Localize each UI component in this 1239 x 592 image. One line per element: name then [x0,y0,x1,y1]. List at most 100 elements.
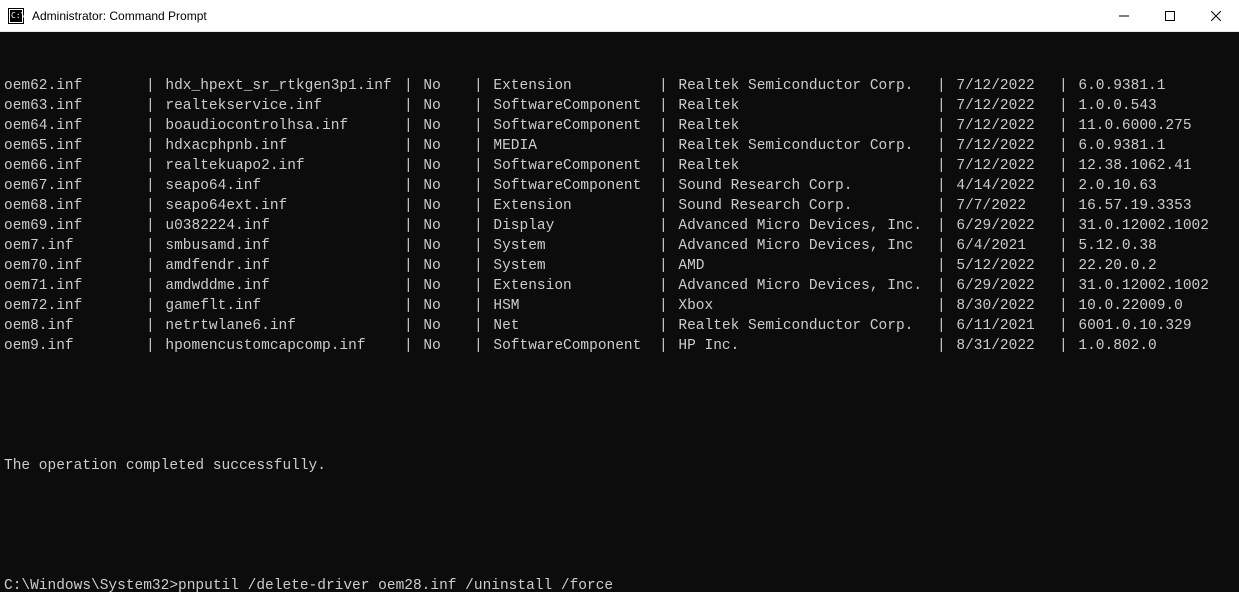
separator: | [1059,258,1078,274]
separator: | [1059,158,1078,174]
original-name: | hpomencustomcapcomp.inf [146,336,404,356]
published-name: oem70.inf [4,256,146,276]
separator: | [474,318,493,334]
driver-row: oem8.inf| netrtwlane6.inf| No| Net| Real… [4,316,1239,336]
provider-name: | Advanced Micro Devices, Inc [659,236,937,256]
separator: | [146,118,165,134]
driver-row: oem7.inf| smbusamd.inf| No| System| Adva… [4,236,1239,256]
class-name: | SoftwareComponent [474,96,659,116]
version: | 1.0.0.543 [1059,96,1239,116]
inbox: | No [404,256,474,276]
separator: | [404,78,423,94]
inbox: | No [404,336,474,356]
inbox: | No [404,276,474,296]
cmd-icon: C:\ [8,8,24,24]
version: | 6.0.9381.1 [1059,76,1239,96]
class-name: | SoftwareComponent [474,116,659,136]
class-name: | Display [474,216,659,236]
separator: | [937,98,956,114]
date: | 7/12/2022 [937,116,1059,136]
original-name: | smbusamd.inf [146,236,404,256]
separator: | [474,218,493,234]
published-name: oem8.inf [4,316,146,336]
separator: | [474,78,493,94]
inbox: | No [404,116,474,136]
separator: | [146,178,165,194]
separator: | [659,178,678,194]
separator: | [937,118,956,134]
separator: | [659,158,678,174]
minimize-button[interactable] [1101,0,1147,31]
inbox: | No [404,316,474,336]
version: | 12.38.1062.41 [1059,156,1239,176]
separator: | [404,178,423,194]
terminal-output[interactable]: oem62.inf| hdx_hpext_sr_rtkgen3p1.inf| N… [0,32,1239,592]
original-name: | amdfendr.inf [146,256,404,276]
separator: | [659,198,678,214]
driver-row: oem67.inf| seapo64.inf| No| SoftwareComp… [4,176,1239,196]
class-name: | SoftwareComponent [474,156,659,176]
version: | 10.0.22009.0 [1059,296,1239,316]
separator: | [404,338,423,354]
class-name: | Extension [474,196,659,216]
close-button[interactable] [1193,0,1239,31]
provider-name: | Realtek [659,96,937,116]
provider-name: | Realtek Semiconductor Corp. [659,76,937,96]
separator: | [404,138,423,154]
driver-row: oem70.inf| amdfendr.inf| No| System| AMD… [4,256,1239,276]
driver-row: oem9.inf| hpomencustomcapcomp.inf| No| S… [4,336,1239,356]
inbox: | No [404,176,474,196]
original-name: | seapo64.inf [146,176,404,196]
separator: | [404,298,423,314]
separator: | [404,238,423,254]
version: | 5.12.0.38 [1059,236,1239,256]
published-name: oem62.inf [4,76,146,96]
inbox: | No [404,236,474,256]
class-name: | SoftwareComponent [474,176,659,196]
date: | 8/31/2022 [937,336,1059,356]
separator: | [659,118,678,134]
separator: | [1059,238,1078,254]
command-text: pnputil /delete-driver oem28.inf /uninst… [178,578,613,592]
separator: | [474,178,493,194]
separator: | [659,238,678,254]
provider-name: | Realtek Semiconductor Corp. [659,136,937,156]
class-name: | Extension [474,276,659,296]
separator: | [146,298,165,314]
separator: | [404,118,423,134]
separator: | [474,338,493,354]
provider-name: | AMD [659,256,937,276]
separator: | [474,258,493,274]
date: | 7/12/2022 [937,156,1059,176]
date: | 6/29/2022 [937,216,1059,236]
separator: | [937,78,956,94]
separator: | [404,258,423,274]
separator: | [404,318,423,334]
inbox: | No [404,156,474,176]
version: | 31.0.12002.1002 [1059,216,1239,236]
version: | 11.0.6000.275 [1059,116,1239,136]
separator: | [146,198,165,214]
driver-row: oem68.inf| seapo64ext.inf| No| Extension… [4,196,1239,216]
inbox: | No [404,216,474,236]
class-name: | SoftwareComponent [474,336,659,356]
separator: | [937,158,956,174]
separator: | [937,178,956,194]
version: | 22.20.0.2 [1059,256,1239,276]
date: | 7/12/2022 [937,76,1059,96]
class-name: | Net [474,316,659,336]
original-name: | u0382224.inf [146,216,404,236]
prompt-path: C:\Windows\System32> [4,578,178,592]
separator: | [1059,178,1078,194]
version: | 6.0.9381.1 [1059,136,1239,156]
separator: | [1059,218,1078,234]
provider-name: | Advanced Micro Devices, Inc. [659,276,937,296]
separator: | [474,138,493,154]
separator: | [937,258,956,274]
separator: | [146,78,165,94]
original-name: | hdx_hpext_sr_rtkgen3p1.inf [146,76,404,96]
driver-row: oem69.inf| u0382224.inf| No| Display| Ad… [4,216,1239,236]
maximize-button[interactable] [1147,0,1193,31]
original-name: | hdxacphpnb.inf [146,136,404,156]
separator: | [1059,318,1078,334]
